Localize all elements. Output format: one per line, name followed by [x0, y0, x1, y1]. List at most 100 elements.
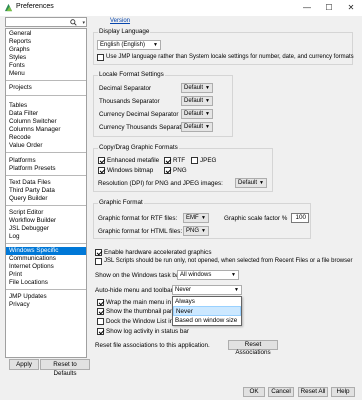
png-label: PNG — [173, 167, 187, 174]
taskbar-select[interactable]: All windows ▼ — [177, 270, 239, 280]
category-item-general[interactable]: General — [6, 30, 86, 38]
category-item-tables[interactable]: Tables — [6, 102, 86, 110]
display-language-value: English (English) — [100, 42, 146, 48]
apply-button[interactable]: Apply — [9, 359, 39, 370]
rtf-format-select[interactable]: EMF ▼ — [183, 213, 209, 223]
html-format-label: Graphic format for HTML files: — [98, 228, 183, 235]
category-item-jsl-debugger[interactable]: JSL Debugger — [6, 225, 86, 233]
html-format-select[interactable]: PNG ▼ — [183, 226, 209, 236]
jmp-app-icon — [4, 3, 13, 12]
reset-to-defaults-button[interactable]: Reset to Defaults — [40, 359, 90, 377]
category-item-menu[interactable]: Menu — [6, 70, 86, 78]
chevron-down-icon: ▼ — [205, 111, 210, 117]
category-item-log[interactable]: Log — [6, 233, 86, 241]
category-item-projects[interactable]: Projects — [6, 84, 86, 92]
chevron-down-icon: ▼ — [153, 42, 158, 48]
category-item-columns-manager[interactable]: Columns Manager — [6, 126, 86, 134]
cancel-button[interactable]: Cancel — [268, 387, 294, 397]
category-item-windows-specific[interactable]: Windows Specific — [6, 247, 86, 255]
category-item-script-editor[interactable]: Script Editor — [6, 209, 86, 217]
category-group: Windows Specific Communications Internet… — [6, 244, 86, 290]
category-item-communications[interactable]: Communications — [6, 255, 86, 263]
html-format-value: PNG — [186, 228, 200, 234]
locale-format-title: Locale Format Settings — [98, 71, 165, 78]
scale-factor-input[interactable]: 100 — [291, 213, 309, 223]
dropdown-option-never[interactable]: Never — [173, 306, 241, 316]
decimal-separator-label: Decimal Separator — [99, 85, 152, 92]
category-item-platform-presets[interactable]: Platform Presets — [6, 165, 86, 173]
category-item-query-builder[interactable]: Query Builder — [6, 195, 86, 203]
category-item-workflow-builder[interactable]: Workflow Builder — [6, 217, 86, 225]
png-checkbox[interactable] — [164, 167, 171, 174]
version-link[interactable]: Version — [110, 18, 130, 24]
category-panel: ▾ General Reports Graphs Styles Fonts Me… — [5, 17, 90, 394]
autohide-label: Auto-hide menu and toolbars — [95, 287, 176, 294]
decimal-separator-select[interactable]: Default ▼ — [181, 83, 213, 93]
close-button[interactable]: ✕ — [340, 0, 362, 16]
category-group: Script Editor Workflow Builder JSL Debug… — [6, 206, 86, 244]
taskbar-label: Show on the Windows task bar: — [95, 272, 184, 279]
resolution-label: Resolution (DPI) for PNG and JPEG images… — [98, 180, 223, 187]
enhanced-metafile-label: Enhanced metafile — [107, 157, 160, 164]
search-input[interactable]: ▾ — [5, 17, 87, 27]
dropdown-option-based-on-window-size[interactable]: Based on window size — [173, 316, 241, 325]
dock-window-list-checkbox[interactable] — [97, 318, 104, 325]
thousands-separator-select[interactable]: Default ▼ — [181, 96, 213, 106]
decimal-separator-value: Default — [184, 85, 204, 91]
category-item-jmp-updates[interactable]: JMP Updates — [6, 293, 86, 301]
autohide-value: Never — [175, 287, 192, 293]
autohide-select[interactable]: Never ▼ — [172, 285, 242, 295]
category-item-value-order[interactable]: Value Order — [6, 142, 86, 150]
resolution-select[interactable]: Default ▼ — [235, 178, 267, 188]
display-language-select[interactable]: English (English) ▼ — [97, 40, 161, 50]
category-item-data-filter[interactable]: Data Filter — [6, 110, 86, 118]
show-thumbnail-checkbox[interactable] — [97, 308, 104, 315]
window-title: Preferences — [16, 3, 54, 10]
jpeg-checkbox[interactable] — [191, 157, 198, 164]
thousands-separator-value: Default — [184, 98, 204, 104]
minimize-button[interactable]: — — [296, 0, 318, 16]
thousands-separator-label: Thousands Separator — [99, 98, 160, 105]
category-item-internet-options[interactable]: Internet Options — [6, 263, 86, 271]
locale-format-group: Locale Format Settings Decimal Separator… — [93, 71, 233, 137]
rtf-checkbox[interactable] — [164, 157, 171, 164]
ok-button[interactable]: OK — [243, 387, 265, 397]
category-item-column-switcher[interactable]: Column Switcher — [6, 118, 86, 126]
search-dropdown-icon[interactable]: ▾ — [82, 20, 85, 26]
category-item-file-locations[interactable]: File Locations — [6, 279, 86, 287]
category-item-graphs[interactable]: Graphs — [6, 46, 86, 54]
wrap-main-menu-checkbox[interactable] — [97, 299, 104, 306]
graphic-format-group: Graphic Format Graphic format for RTF fi… — [93, 199, 311, 239]
reset-file-associations-label: Reset file associations to this applicat… — [95, 342, 210, 349]
reset-associations-button[interactable]: Reset Associations — [228, 340, 278, 356]
reset-all-button[interactable]: Reset All — [298, 387, 328, 397]
hardware-accel-checkbox[interactable] — [95, 249, 102, 256]
category-item-styles[interactable]: Styles — [6, 54, 86, 62]
currency-decimal-separator-label: Currency Decimal Separator — [99, 111, 179, 118]
category-item-fonts[interactable]: Fonts — [6, 62, 86, 70]
currency-thousands-separator-select[interactable]: Default ▼ — [181, 122, 213, 132]
scale-factor-label: Graphic scale factor % — [224, 215, 288, 222]
currency-decimal-separator-select[interactable]: Default ▼ — [181, 109, 213, 119]
show-log-activity-checkbox[interactable] — [97, 328, 104, 335]
dropdown-option-always[interactable]: Always — [173, 297, 241, 306]
maximize-button[interactable]: ☐ — [318, 0, 340, 16]
category-item-reports[interactable]: Reports — [6, 38, 86, 46]
windows-bitmap-checkbox[interactable] — [98, 167, 105, 174]
category-item-third-party-data[interactable]: Third Party Data — [6, 187, 86, 195]
category-item-privacy[interactable]: Privacy — [6, 301, 86, 309]
category-item-text-data-files[interactable]: Text Data Files — [6, 179, 86, 187]
use-jmp-language-checkbox[interactable] — [97, 54, 104, 61]
close-icon: ✕ — [347, 3, 355, 12]
jsl-run-only-checkbox[interactable] — [95, 258, 102, 265]
category-item-recode[interactable]: Recode — [6, 134, 86, 142]
category-item-platforms[interactable]: Platforms — [6, 157, 86, 165]
maximize-icon: ☐ — [325, 3, 333, 12]
enhanced-metafile-checkbox[interactable] — [98, 157, 105, 164]
help-button[interactable]: Help — [331, 387, 355, 397]
taskbar-value: All windows — [180, 272, 212, 278]
category-item-print[interactable]: Print — [6, 271, 86, 279]
currency-thousands-separator-label: Currency Thousands Separator — [99, 124, 187, 131]
rtf-label: RTF — [173, 157, 186, 164]
jsl-run-only-label: JSL Scripts should be run only, not open… — [104, 258, 353, 264]
